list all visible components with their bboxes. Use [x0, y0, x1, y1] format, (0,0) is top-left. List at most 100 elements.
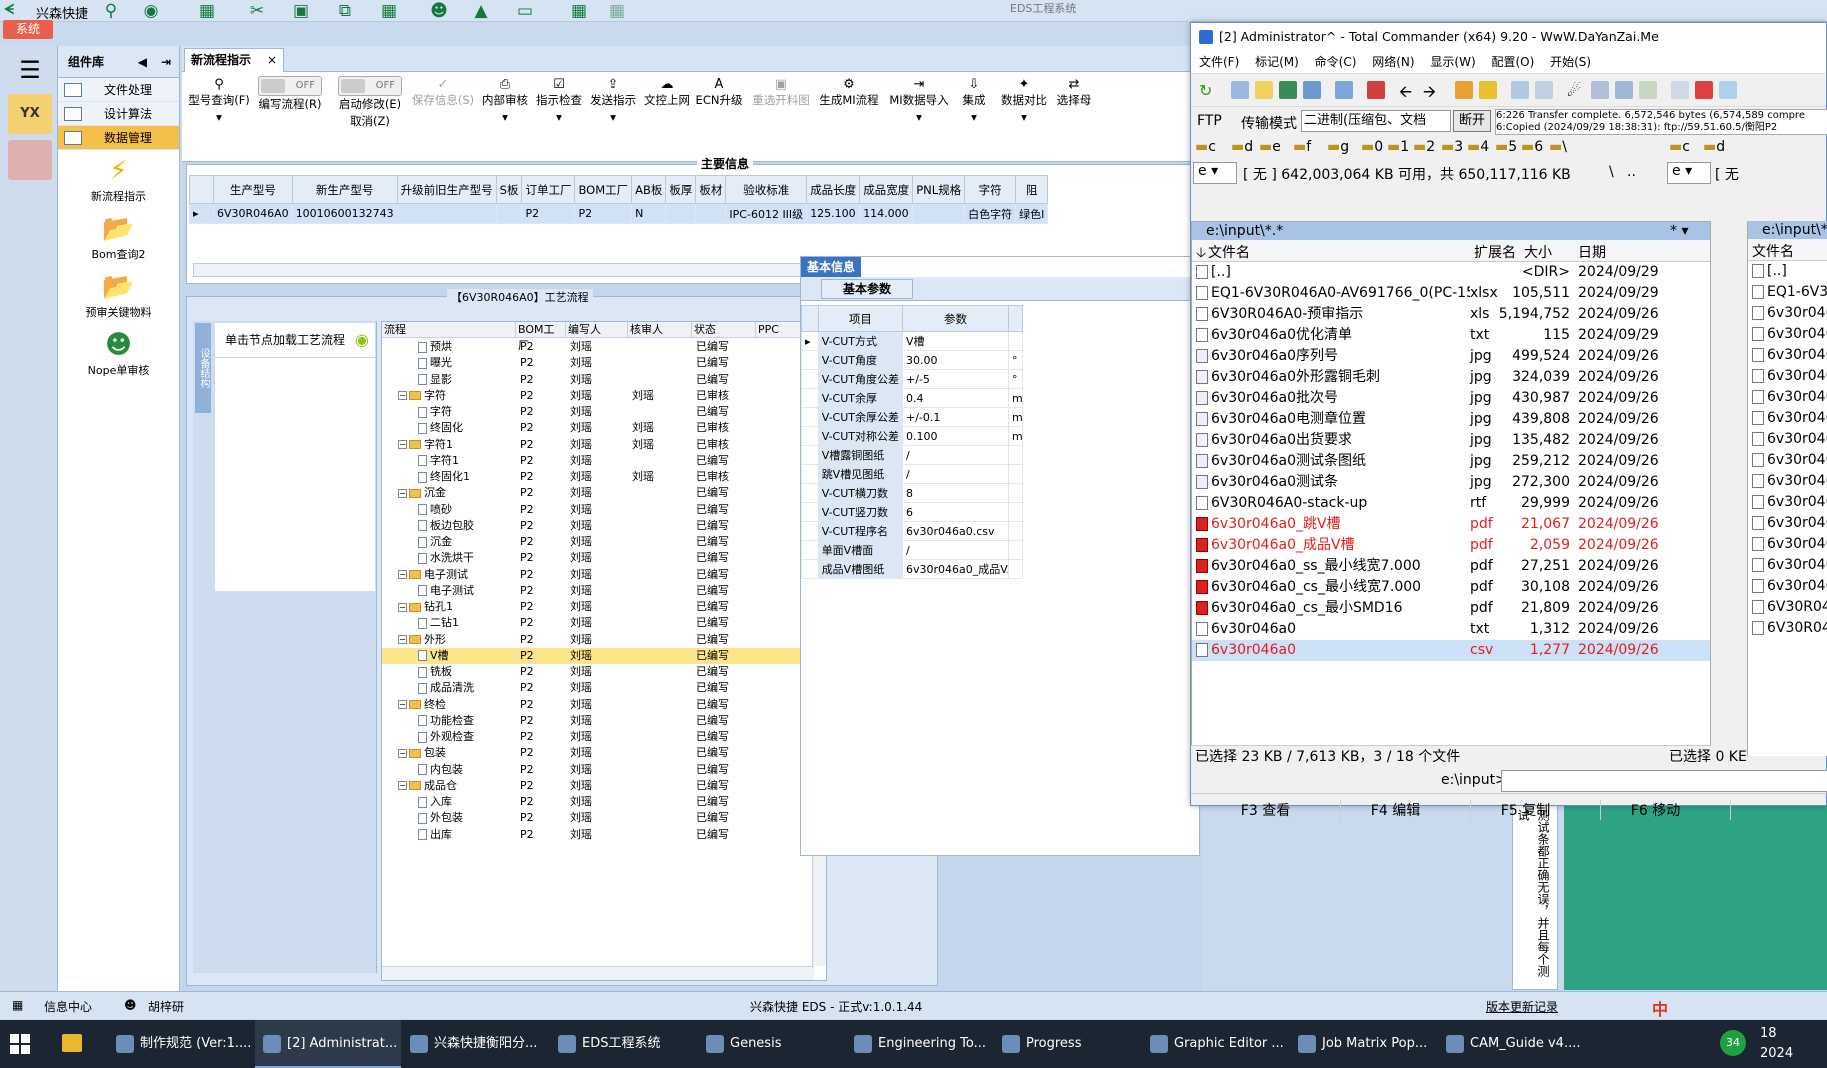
param-cell[interactable]: / [902, 464, 1009, 484]
menu-mark[interactable]: 标记(M) [1255, 55, 1299, 69]
tree-row[interactable]: − 字符1 P2 刘瑶 刘瑶 已审核 [382, 437, 812, 453]
drive-select[interactable]: e ▾ [1193, 162, 1237, 184]
column-header[interactable]: 板厚 [665, 175, 697, 204]
table-row[interactable]: V-CUT程序名 6v30r046a0.csv [801, 521, 1023, 541]
file-row[interactable]: 6v30r046a0_cs_最小SMD16 pdf 21,809 2024/09/26 [1192, 598, 1710, 619]
collapse-icon[interactable]: − [398, 602, 407, 612]
tree-row[interactable]: 出库 P2 刘瑶 已编写 [382, 827, 812, 843]
user-icon[interactable]: ☻ [428, 1, 450, 21]
tree-row[interactable]: − 钻孔1 P2 刘瑶 已编写 [382, 599, 812, 615]
taskbar-item[interactable]: 制作规范 (Ver:1.... [108, 1020, 254, 1068]
column-header[interactable]: BOM工厂 [574, 175, 633, 204]
menu-design-algorithm[interactable]: 设计算法 [58, 102, 179, 126]
file-row[interactable]: 6V30R046A0-stack-up rtf 29,999 2024/09/26 [1192, 493, 1710, 514]
brief-view-icon[interactable] [1231, 81, 1249, 99]
column-header[interactable]: 订单工厂 [521, 175, 576, 204]
up-button[interactable]: .. [1627, 164, 1636, 180]
param-cell[interactable]: 8 [902, 483, 1009, 503]
tree-row[interactable]: 终固化 P2 刘瑶 刘瑶 已审核 [382, 420, 812, 436]
select-parent-button[interactable]: ⇄ 选择母 [1054, 76, 1094, 109]
table-row[interactable]: V-CUT余厚0.4mm [801, 388, 1023, 408]
right-drive-select[interactable]: e ▾ [1667, 162, 1711, 184]
drive-button[interactable]: ▬3 [1441, 139, 1463, 155]
file-explorer-icon[interactable] [62, 1034, 82, 1052]
file-row[interactable]: 6v30r046 [1748, 387, 1827, 408]
menu-file-processing[interactable]: 文件处理 [58, 78, 179, 102]
mi-data-import-button[interactable]: ⇥ MI数据导入 ▾ [886, 76, 952, 126]
drive-button[interactable]: ▬e [1259, 139, 1281, 155]
tree-row[interactable]: 水洗烘干 P2 刘瑶 已编写 [382, 550, 812, 566]
model-query-button[interactable]: ⚲ 型号查询(F) ▾ [188, 76, 250, 126]
url-icon[interactable] [1535, 81, 1553, 99]
table-cell[interactable]: 6V30R046A0 [213, 203, 293, 224]
table-cell[interactable] [912, 203, 966, 224]
info-center-link[interactable]: 信息中心 [44, 998, 92, 1015]
table-row[interactable]: V-CUT横刀数 8 [801, 483, 1023, 503]
close-icon[interactable]: × [267, 49, 277, 71]
file-row[interactable]: 6v30r046 [1748, 429, 1827, 450]
column-header[interactable]: 新生产型号 [291, 175, 398, 204]
table-cell[interactable]: 125.100 [806, 203, 861, 224]
col-filename[interactable]: 文件名 [1752, 241, 1794, 261]
table-row[interactable]: 成品V槽图纸 6v30r046a0_成品V... [801, 559, 1023, 579]
doc-control-online-button[interactable]: ☁ 文控上网 [642, 76, 692, 109]
thumbnail-icon[interactable] [1279, 81, 1297, 99]
column-header[interactable]: S板 [495, 175, 523, 204]
file-row[interactable]: 6v30r046 [1748, 345, 1827, 366]
toolbar-extra-icon[interactable] [1719, 81, 1737, 99]
col-filename[interactable]: 文件名 [1208, 242, 1250, 262]
tab-new-process[interactable]: 新流程指示 × [184, 48, 284, 72]
col-item[interactable]: 项目 [817, 305, 904, 332]
tool-new-process[interactable]: ⚡ 新流程指示 [58, 154, 179, 208]
table-row[interactable]: V-CUT角度公差 +/-5 ° [801, 369, 1023, 389]
file-row[interactable]: EQ1-6V30 [1748, 282, 1827, 303]
pack-icon[interactable] [1455, 81, 1473, 99]
f3-view-button[interactable]: F3 查看 [1191, 800, 1341, 820]
table-cell[interactable]: IPC-6012 III级 [725, 203, 808, 224]
column-header[interactable]: 阻 [1015, 175, 1049, 204]
column-header[interactable]: 验收标准 [725, 175, 808, 204]
transfer-mode-select[interactable]: 二进制(压缩包、文档 [1301, 110, 1451, 132]
star-icon[interactable]: * ▾ [1670, 222, 1688, 240]
changelog-link[interactable]: 版本更新记录 [1486, 998, 1558, 1015]
tree-row[interactable]: − 成品仓 P2 刘瑶 已编写 [382, 778, 812, 794]
col-writer[interactable]: 编写人 [566, 322, 628, 338]
tree-row[interactable]: − 终检 P2 刘瑶 已编写 [382, 697, 812, 713]
param-cell[interactable]: +/-0.1 [902, 407, 1009, 427]
tree-row[interactable]: 字符1 P2 刘瑶 已编写 [382, 453, 812, 469]
taskbar-item[interactable]: Genesis [698, 1020, 844, 1068]
compare-icon[interactable] [1335, 81, 1353, 99]
drive-button[interactable]: ▬g [1327, 139, 1349, 155]
table-row[interactable]: V-CUT余厚公差+/-0.1mm [801, 407, 1023, 427]
file-row[interactable]: 6v30r046a0批次号 jpg 430,987 2024/09/26 [1192, 388, 1710, 409]
help-ring-icon[interactable]: ◉ [140, 1, 162, 21]
tab-basic-info[interactable]: 基本信息 [801, 257, 861, 277]
copy-icon[interactable]: ⧉ [334, 1, 356, 21]
off-toggle[interactable]: OFF [258, 76, 322, 96]
menu-start[interactable]: 开始(S) [1550, 55, 1591, 69]
tree-row[interactable]: 二钻1 P2 刘瑶 已编写 [382, 615, 812, 631]
off-toggle[interactable]: OFF [338, 76, 402, 96]
menu-commands[interactable]: 命令(C) [1315, 55, 1357, 69]
drive-button[interactable]: ▬5 [1495, 139, 1517, 155]
windows-start-icon[interactable] [10, 1034, 30, 1054]
collapse-icon[interactable]: − [398, 700, 407, 709]
f6-move-button[interactable]: F6 移动 [1581, 800, 1731, 820]
column-header[interactable]: 生产型号 [213, 175, 293, 204]
tree-row[interactable]: − 包装 P2 刘瑶 已编写 [382, 745, 812, 761]
current-path[interactable]: e:\input\*.* * ▾ [1192, 222, 1710, 240]
root-button[interactable]: \ [1609, 164, 1614, 180]
equipment-structure-tab[interactable]: 设备结构 [195, 323, 211, 413]
tree-row[interactable]: 成品清洗 P2 刘瑶 已编写 [382, 680, 812, 696]
file-row[interactable]: [..] <DIR> 2024/09/29 [1192, 262, 1710, 283]
col-process[interactable]: 流程 [382, 322, 516, 338]
table-row[interactable]: 跳V槽见图纸 / [801, 464, 1023, 484]
instruction-check-button[interactable]: ☑ 指示检查 ▾ [534, 76, 584, 126]
column-header[interactable]: PNL规格 [912, 175, 966, 204]
forward-arrow-icon[interactable]: 🡪 [1423, 81, 1441, 101]
menu-network[interactable]: 网络(N) [1372, 55, 1414, 69]
file-row[interactable]: 6v30r046 [1748, 576, 1827, 597]
table-row[interactable]: V槽露铜图纸 / [801, 445, 1023, 465]
copy-names-icon[interactable] [1671, 81, 1689, 99]
select-icon[interactable] [1367, 81, 1385, 99]
